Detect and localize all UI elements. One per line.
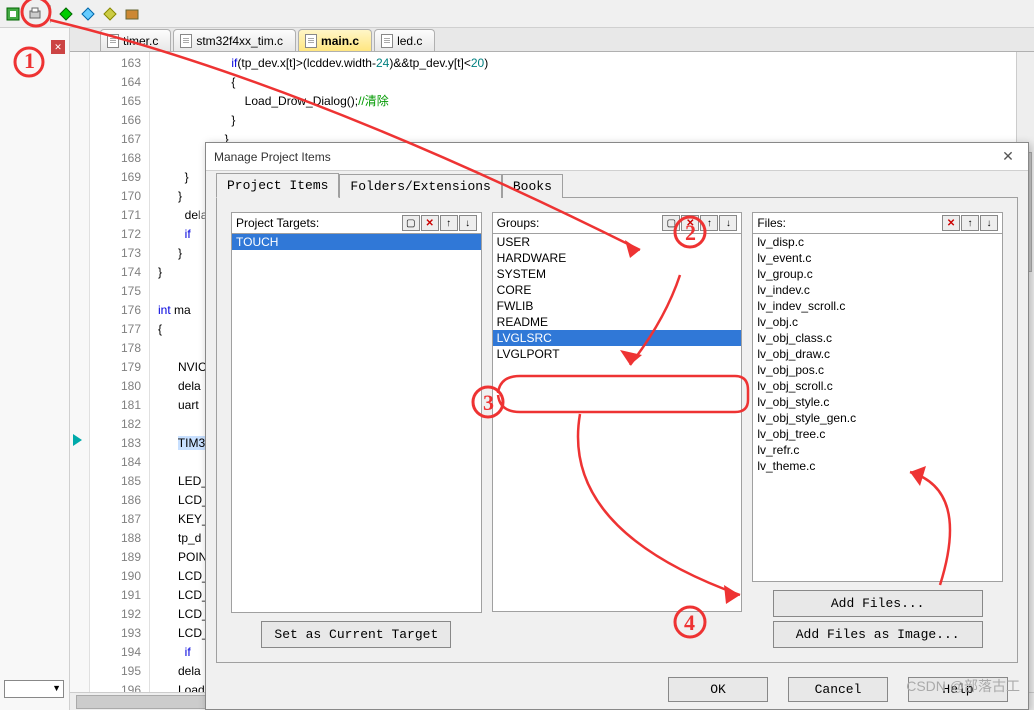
target-down-icon[interactable]: ↓ bbox=[459, 215, 477, 231]
dialog-title: Manage Project Items bbox=[214, 150, 331, 164]
dialog-tabs: Project ItemsFolders/ExtensionsBooks bbox=[206, 171, 1028, 197]
add-files-button[interactable]: Add Files... bbox=[773, 590, 983, 617]
files-list[interactable]: lv_disp.clv_event.clv_group.clv_indev.cl… bbox=[752, 234, 1003, 582]
project-selector[interactable] bbox=[4, 680, 64, 698]
manage-project-items-dialog: Manage Project Items ✕ Project ItemsFold… bbox=[205, 142, 1029, 710]
file-tab[interactable]: timer.c bbox=[100, 29, 171, 51]
delete-target-icon[interactable]: ✕ bbox=[421, 215, 439, 231]
list-item[interactable]: HARDWARE bbox=[493, 250, 742, 266]
targets-label: Project Targets: bbox=[236, 216, 319, 230]
list-item[interactable]: lv_obj_scroll.c bbox=[753, 378, 1002, 394]
list-item[interactable]: lv_obj.c bbox=[753, 314, 1002, 330]
bookmark-gutter bbox=[70, 52, 90, 692]
new-group-icon[interactable]: ▢ bbox=[662, 215, 680, 231]
list-item[interactable]: lv_obj_tree.c bbox=[753, 426, 1002, 442]
file-tab[interactable]: led.c bbox=[374, 29, 435, 51]
file-tab[interactable]: stm32f4xx_tim.c bbox=[173, 29, 296, 51]
cancel-button[interactable]: Cancel bbox=[788, 677, 888, 702]
targets-list[interactable]: TOUCH bbox=[231, 234, 482, 613]
diamond3-icon[interactable] bbox=[101, 5, 119, 23]
diamond1-icon[interactable] bbox=[57, 5, 75, 23]
list-item[interactable]: lv_group.c bbox=[753, 266, 1002, 282]
file-tab[interactable]: main.c bbox=[298, 29, 372, 51]
dialog-tab[interactable]: Project Items bbox=[216, 173, 339, 198]
list-item[interactable]: LVGLSRC bbox=[493, 330, 742, 346]
list-item[interactable]: TOUCH bbox=[232, 234, 481, 250]
set-current-target-button[interactable]: Set as Current Target bbox=[261, 621, 451, 648]
list-item[interactable]: lv_theme.c bbox=[753, 458, 1002, 474]
list-item[interactable]: lv_refr.c bbox=[753, 442, 1002, 458]
add-files-image-button[interactable]: Add Files as Image... bbox=[773, 621, 983, 648]
delete-file-icon[interactable]: ✕ bbox=[942, 215, 960, 231]
groups-list[interactable]: USERHARDWARESYSTEMCOREFWLIBREADMELVGLSRC… bbox=[492, 234, 743, 612]
close-pane-icon[interactable]: ✕ bbox=[51, 40, 65, 54]
config-icon[interactable] bbox=[4, 5, 22, 23]
groups-label: Groups: bbox=[497, 216, 540, 230]
file-up-icon[interactable]: ↑ bbox=[961, 215, 979, 231]
ok-button[interactable]: OK bbox=[668, 677, 768, 702]
list-item[interactable]: CORE bbox=[493, 282, 742, 298]
list-item[interactable]: lv_obj_draw.c bbox=[753, 346, 1002, 362]
list-item[interactable]: lv_disp.c bbox=[753, 234, 1002, 250]
file-down-icon[interactable]: ↓ bbox=[980, 215, 998, 231]
diamond2-icon[interactable] bbox=[79, 5, 97, 23]
dialog-tab[interactable]: Books bbox=[502, 174, 563, 198]
delete-group-icon[interactable]: ✕ bbox=[681, 215, 699, 231]
list-item[interactable]: README bbox=[493, 314, 742, 330]
list-item[interactable]: lv_obj_pos.c bbox=[753, 362, 1002, 378]
target-up-icon[interactable]: ↑ bbox=[440, 215, 458, 231]
line-numbers: 1631641651661671681691701711721731741751… bbox=[90, 52, 150, 692]
list-item[interactable]: lv_indev_scroll.c bbox=[753, 298, 1002, 314]
file-tab-bar: timer.cstm32f4xx_tim.cmain.cled.c bbox=[70, 28, 1034, 52]
list-item[interactable]: LVGLPORT bbox=[493, 346, 742, 362]
targets-panel: Project Targets: ▢ ✕ ↑ ↓ TOUCH Set as Cu… bbox=[231, 212, 482, 648]
dialog-titlebar: Manage Project Items ✕ bbox=[206, 143, 1028, 171]
list-item[interactable]: lv_event.c bbox=[753, 250, 1002, 266]
print-icon[interactable] bbox=[26, 5, 44, 23]
files-label: Files: bbox=[757, 216, 786, 230]
groups-panel: Groups: ▢ ✕ ↑ ↓ USERHARDWARESYSTEMCOREFW… bbox=[492, 212, 743, 648]
watermark: CSDN @部落古工 bbox=[906, 676, 1020, 696]
box-icon[interactable] bbox=[123, 5, 141, 23]
list-item[interactable]: lv_indev.c bbox=[753, 282, 1002, 298]
list-item[interactable]: FWLIB bbox=[493, 298, 742, 314]
files-panel: Files: ✕ ↑ ↓ lv_disp.clv_event.clv_group… bbox=[752, 212, 1003, 648]
list-item[interactable]: lv_obj_style.c bbox=[753, 394, 1002, 410]
dialog-tab[interactable]: Folders/Extensions bbox=[339, 174, 501, 198]
dialog-close-icon[interactable]: ✕ bbox=[996, 147, 1020, 167]
list-item[interactable]: USER bbox=[493, 234, 742, 250]
top-toolbar bbox=[0, 0, 1034, 28]
list-item[interactable]: SYSTEM bbox=[493, 266, 742, 282]
list-item[interactable]: lv_obj_class.c bbox=[753, 330, 1002, 346]
new-target-icon[interactable]: ▢ bbox=[402, 215, 420, 231]
list-item[interactable]: lv_obj_style_gen.c bbox=[753, 410, 1002, 426]
group-down-icon[interactable]: ↓ bbox=[719, 215, 737, 231]
group-up-icon[interactable]: ↑ bbox=[700, 215, 718, 231]
project-pane: ✕ bbox=[0, 28, 70, 710]
